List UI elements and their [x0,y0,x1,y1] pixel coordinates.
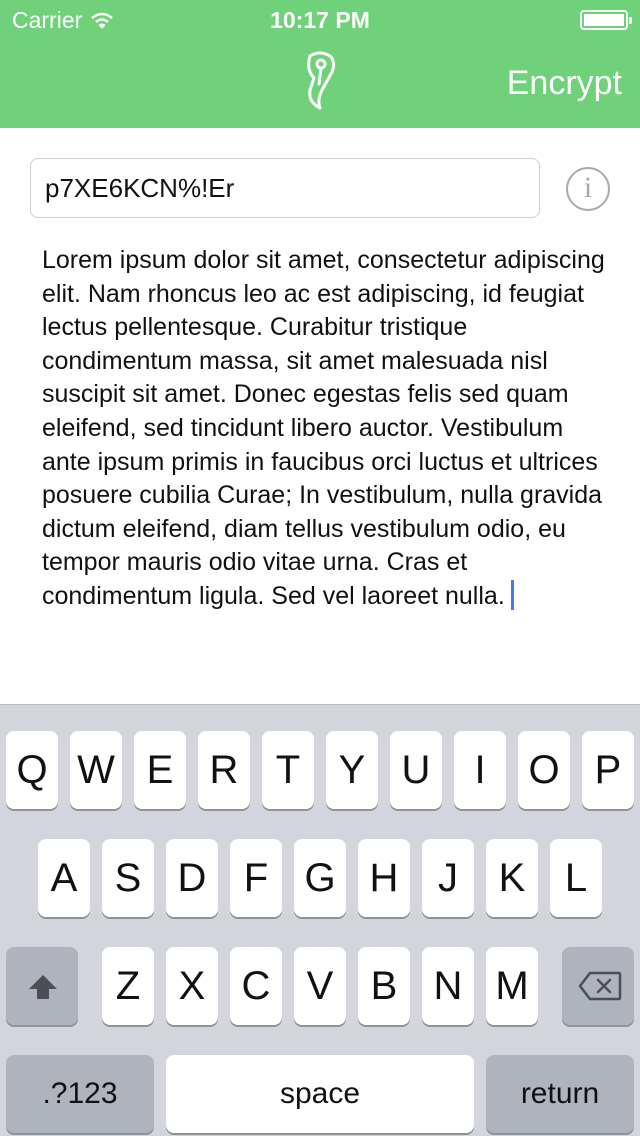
key-input[interactable]: p7XE6KCN%!Er [30,158,540,218]
key-o[interactable]: O [518,731,570,809]
space-key[interactable]: space [166,1055,474,1133]
key-w[interactable]: W [70,731,122,809]
status-bar: Carrier 10:17 PM [0,0,640,40]
key-r[interactable]: R [198,731,250,809]
return-key[interactable]: return [486,1055,634,1133]
delete-key[interactable] [562,947,634,1025]
key-p[interactable]: P [582,731,634,809]
pen-nib-logo-icon [307,51,336,110]
key-f[interactable]: F [230,839,282,917]
battery-icon [580,10,632,30]
numbers-key[interactable]: .?123 [6,1055,154,1133]
key-x[interactable]: X [166,947,218,1025]
key-j[interactable]: J [422,839,474,917]
key-n[interactable]: N [422,947,474,1025]
key-h[interactable]: H [358,839,410,917]
key-d[interactable]: D [166,839,218,917]
clock: 10:17 PM [270,7,370,33]
key-s[interactable]: S [102,839,154,917]
key-q[interactable]: Q [6,731,58,809]
backspace-icon [578,971,622,1001]
text-cursor [510,579,514,610]
key-u[interactable]: U [390,731,442,809]
key-y[interactable]: Y [326,731,378,809]
message-textarea[interactable]: Lorem ipsum dolor sit amet, consectetur … [42,244,607,614]
key-g[interactable]: G [294,839,346,917]
key-l[interactable]: L [550,839,602,917]
key-e[interactable]: E [134,731,186,809]
message-text: Lorem ipsum dolor sit amet, consectetur … [42,246,605,610]
encrypt-button[interactable]: Encrypt [507,64,622,103]
key-v[interactable]: V [294,947,346,1025]
key-i[interactable]: I [454,731,506,809]
key-m[interactable]: M [486,947,538,1025]
key-a[interactable]: A [38,839,90,917]
key-z[interactable]: Z [102,947,154,1025]
key-c[interactable]: C [230,947,282,1025]
shift-icon [29,975,57,999]
key-b[interactable]: B [358,947,410,1025]
nav-bar: Carrier 10:17 PM Encrypt [0,0,640,128]
info-icon[interactable]: i [566,167,610,211]
key-t[interactable]: T [262,731,314,809]
keyboard: Q W E R T Y U I O P A S D F G H J K L Z … [0,704,640,1136]
key-k[interactable]: K [486,839,538,917]
shift-key[interactable] [6,947,78,1025]
